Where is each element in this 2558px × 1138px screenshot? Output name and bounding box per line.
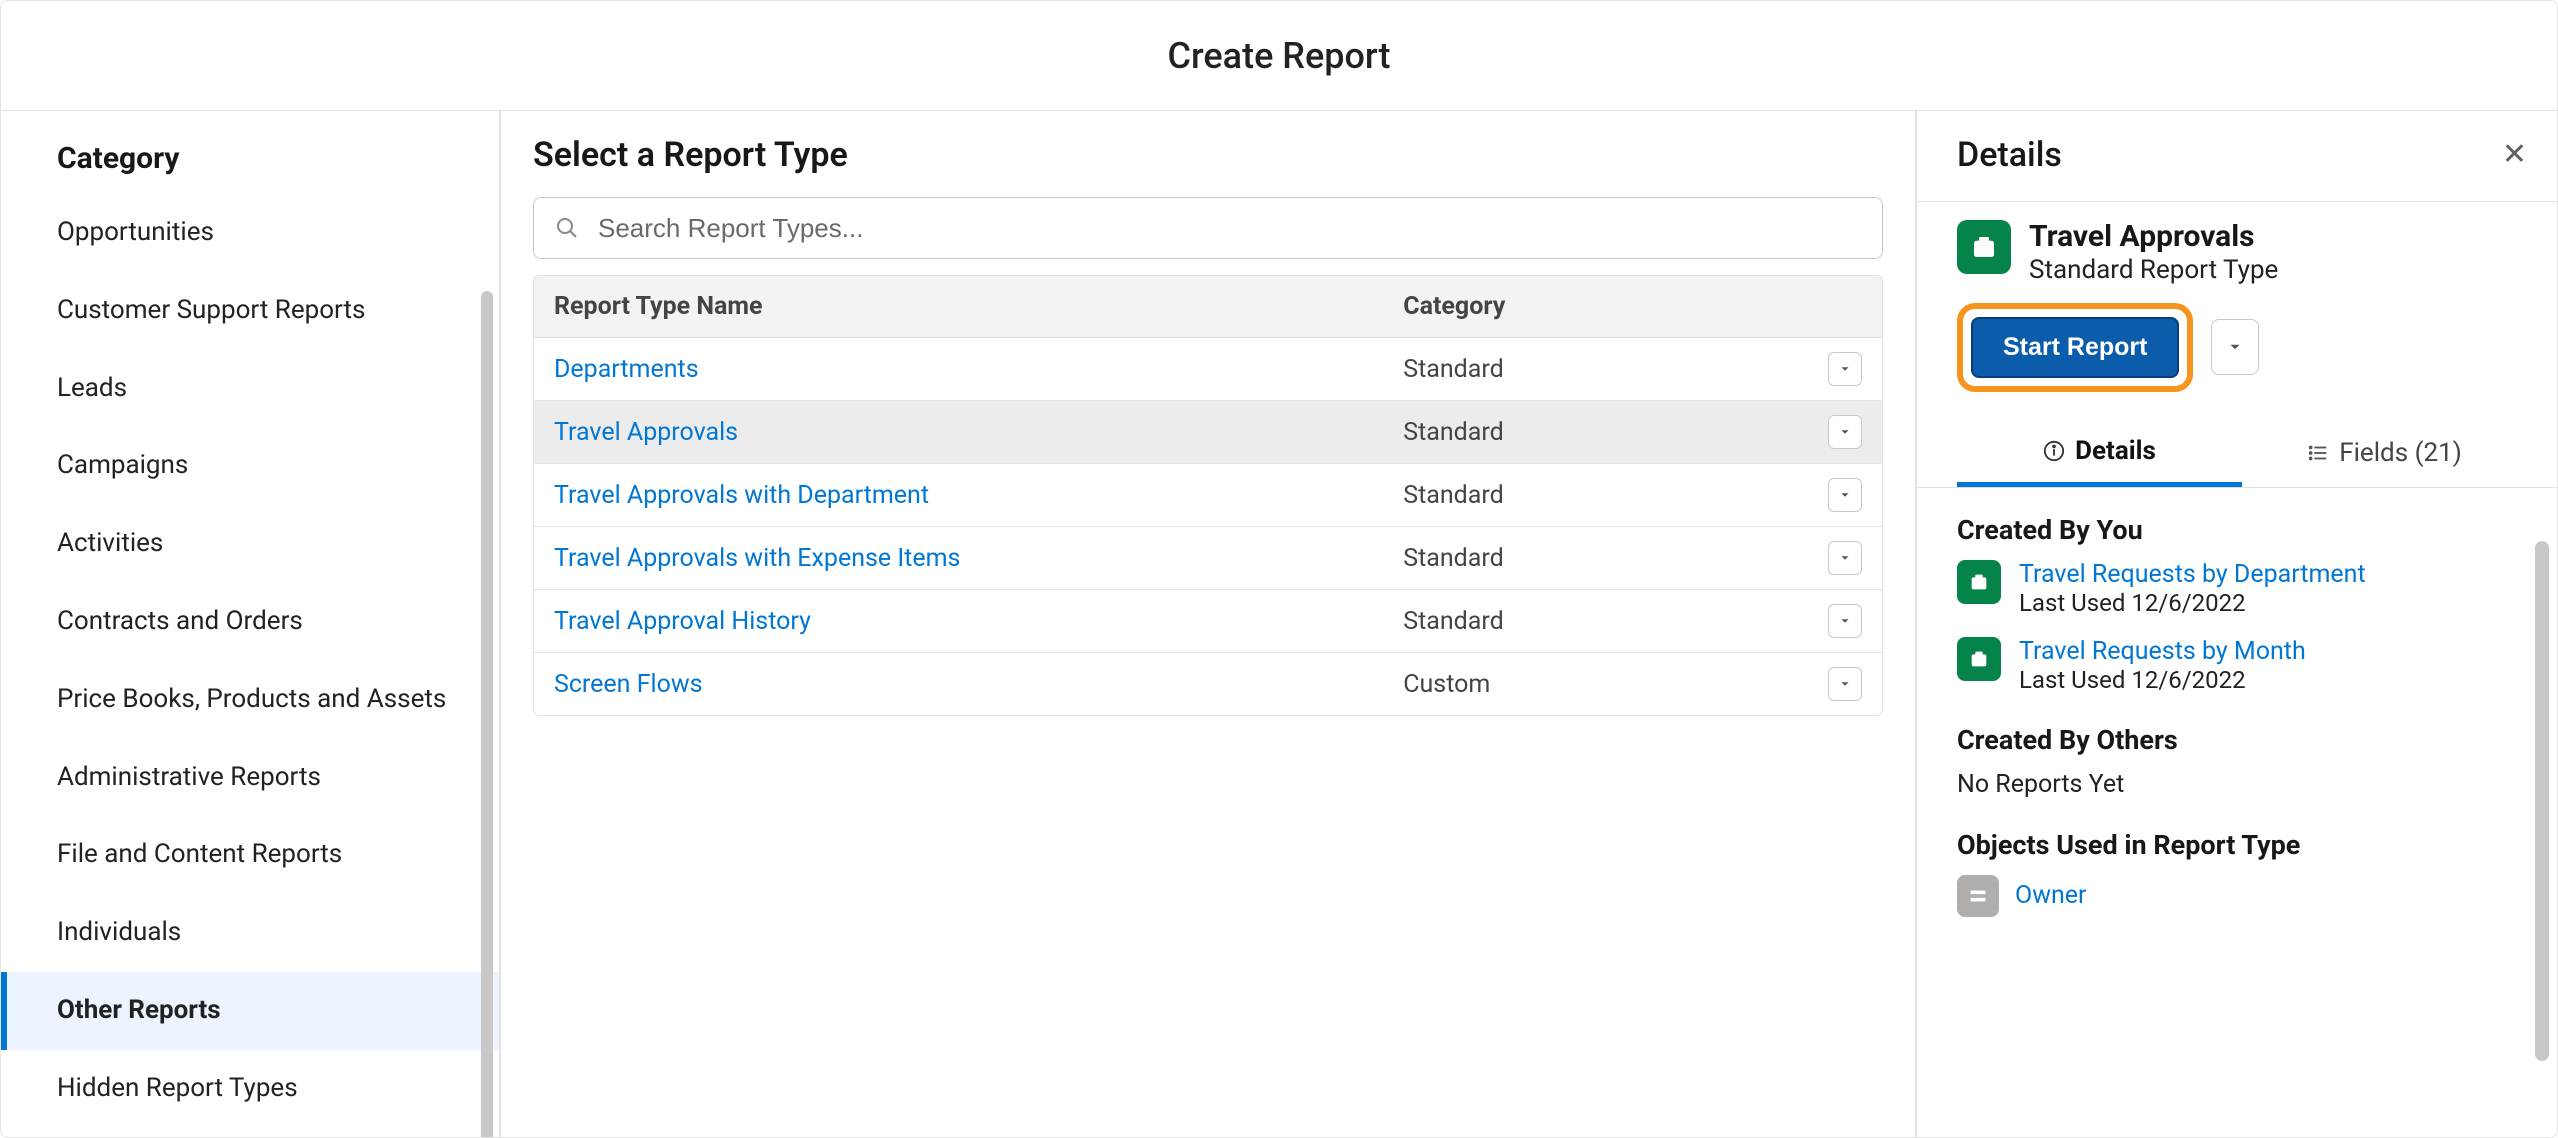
sidebar-item[interactable]: Contracts and Orders <box>1 583 499 661</box>
report-type-category: Standard <box>1383 530 1787 587</box>
object-icon <box>1957 875 1999 917</box>
report-type-category: Standard <box>1383 341 1787 398</box>
info-icon <box>2043 440 2065 462</box>
table-row[interactable]: Departments Standard <box>534 338 1882 401</box>
close-details-button[interactable]: ✕ <box>2502 140 2527 170</box>
object-item: Owner <box>1957 875 2527 917</box>
modal-header: Create Report <box>1 1 2557 111</box>
start-report-dropdown[interactable] <box>2211 319 2259 375</box>
report-type-link[interactable]: Departments <box>554 355 699 384</box>
col-header-actions <box>1788 276 1882 337</box>
section-objects: Objects Used in Report Type Owner <box>1957 829 2527 917</box>
start-highlight: Start Report <box>1957 303 2193 392</box>
report-link[interactable]: Travel Requests by Month <box>2019 637 2306 666</box>
details-panel: Details ✕ Travel Approvals Standard Repo… <box>1917 111 2557 1137</box>
sidebar-item[interactable]: Individuals <box>1 894 499 972</box>
sidebar-item[interactable]: Opportunities <box>1 194 499 272</box>
report-type-category: Standard <box>1383 404 1787 461</box>
table-row[interactable]: Screen Flows Custom <box>534 653 1882 715</box>
report-link[interactable]: Travel Requests by Department <box>2019 560 2366 589</box>
col-header-category: Category <box>1383 276 1787 337</box>
report-type-link[interactable]: Travel Approvals <box>554 418 738 447</box>
report-type-category: Custom <box>1383 656 1787 713</box>
category-list: OpportunitiesCustomer Support ReportsLea… <box>1 194 499 1130</box>
report-meta: Last Used 12/6/2022 <box>2019 589 2366 617</box>
table-row[interactable]: Travel Approval History Standard <box>534 590 1882 653</box>
report-type-name: Travel Approvals <box>2029 220 2278 255</box>
report-type-link[interactable]: Screen Flows <box>554 670 703 699</box>
report-type-table: Report Type Name Category Departments Sta… <box>533 275 1883 716</box>
details-title: Details <box>1957 135 2062 175</box>
report-type-category: Standard <box>1383 467 1787 524</box>
row-actions-button[interactable] <box>1828 604 1862 638</box>
objects-list: Owner <box>1957 875 2527 917</box>
table-row[interactable]: Travel Approvals with Department Standard <box>534 464 1882 527</box>
objects-title: Objects Used in Report Type <box>1957 829 2527 861</box>
search-input[interactable] <box>533 197 1883 259</box>
category-sidebar: Category OpportunitiesCustomer Support R… <box>1 111 501 1137</box>
created-by-others-empty: No Reports Yet <box>1957 770 2527 799</box>
sidebar-title: Category <box>1 141 499 194</box>
search-wrap <box>533 197 1883 259</box>
sidebar-item[interactable]: Other Reports <box>1 972 499 1050</box>
created-by-you-list: Travel Requests by DepartmentLast Used 1… <box>1957 560 2527 694</box>
sidebar-item[interactable]: Price Books, Products and Assets <box>1 661 499 739</box>
created-by-others-title: Created By Others <box>1957 724 2527 756</box>
tab-details[interactable]: Details <box>1957 422 2242 487</box>
col-header-name: Report Type Name <box>534 276 1383 337</box>
tab-fields[interactable]: Fields (21) <box>2242 422 2527 487</box>
sidebar-item[interactable]: Administrative Reports <box>1 739 499 817</box>
row-actions-button[interactable] <box>1828 541 1862 575</box>
main-title: Select a Report Type <box>533 135 1883 175</box>
report-type-icon <box>1957 220 2011 274</box>
sidebar-item[interactable]: Activities <box>1 505 499 583</box>
modal-title: Create Report <box>1168 35 1391 77</box>
report-item: Travel Requests by MonthLast Used 12/6/2… <box>1957 637 2527 694</box>
search-icon <box>555 216 579 240</box>
table-header: Report Type Name Category <box>534 276 1882 338</box>
sidebar-item[interactable]: Hidden Report Types <box>1 1050 499 1128</box>
report-type-link[interactable]: Travel Approval History <box>554 607 811 636</box>
modal-body: Category OpportunitiesCustomer Support R… <box>1 111 2557 1137</box>
report-icon <box>1957 637 2001 681</box>
tab-details-label: Details <box>2075 436 2156 466</box>
section-created-by-you: Created By You Travel Requests by Depart… <box>1957 514 2527 694</box>
table-row[interactable]: Travel Approvals with Expense Items Stand… <box>534 527 1882 590</box>
tab-fields-label: Fields (21) <box>2339 438 2462 468</box>
sidebar-item[interactable]: Customer Support Reports <box>1 272 499 350</box>
table-row[interactable]: Travel Approvals Standard <box>534 401 1882 464</box>
report-type-header: Travel Approvals Standard Report Type <box>1957 220 2527 285</box>
section-created-by-others: Created By Others No Reports Yet <box>1957 724 2527 799</box>
details-header: Details ✕ <box>1957 135 2527 175</box>
start-row: Start Report <box>1957 303 2527 392</box>
report-type-link[interactable]: Travel Approvals with Department <box>554 481 929 510</box>
row-actions-button[interactable] <box>1828 415 1862 449</box>
table-body: Departments Standard Travel Approvals Stand… <box>534 338 1882 715</box>
details-tabs: Details Fields (21) <box>1917 422 2557 488</box>
list-icon <box>2307 442 2329 464</box>
report-type-link[interactable]: Travel Approvals with Expense Items <box>554 544 960 573</box>
details-scrollbar[interactable] <box>2535 541 2549 1061</box>
start-report-button[interactable]: Start Report <box>1971 317 2179 378</box>
sidebar-scrollbar[interactable] <box>481 291 493 1137</box>
row-actions-button[interactable] <box>1828 352 1862 386</box>
report-type-panel: Select a Report Type Report Type Name Ca… <box>501 111 1917 1137</box>
report-meta: Last Used 12/6/2022 <box>2019 666 2306 694</box>
report-type-subtitle: Standard Report Type <box>2029 255 2278 285</box>
report-item: Travel Requests by DepartmentLast Used 1… <box>1957 560 2527 617</box>
row-actions-button[interactable] <box>1828 667 1862 701</box>
details-divider <box>1917 201 2557 202</box>
sidebar-item[interactable]: Leads <box>1 350 499 428</box>
created-by-you-title: Created By You <box>1957 514 2527 546</box>
report-icon <box>1957 560 2001 604</box>
sidebar-item[interactable]: Campaigns <box>1 427 499 505</box>
report-type-category: Standard <box>1383 593 1787 650</box>
create-report-modal: Create Report Category OpportunitiesCust… <box>0 0 2558 1138</box>
row-actions-button[interactable] <box>1828 478 1862 512</box>
object-link[interactable]: Owner <box>2015 881 2087 910</box>
sidebar-item[interactable]: File and Content Reports <box>1 816 499 894</box>
